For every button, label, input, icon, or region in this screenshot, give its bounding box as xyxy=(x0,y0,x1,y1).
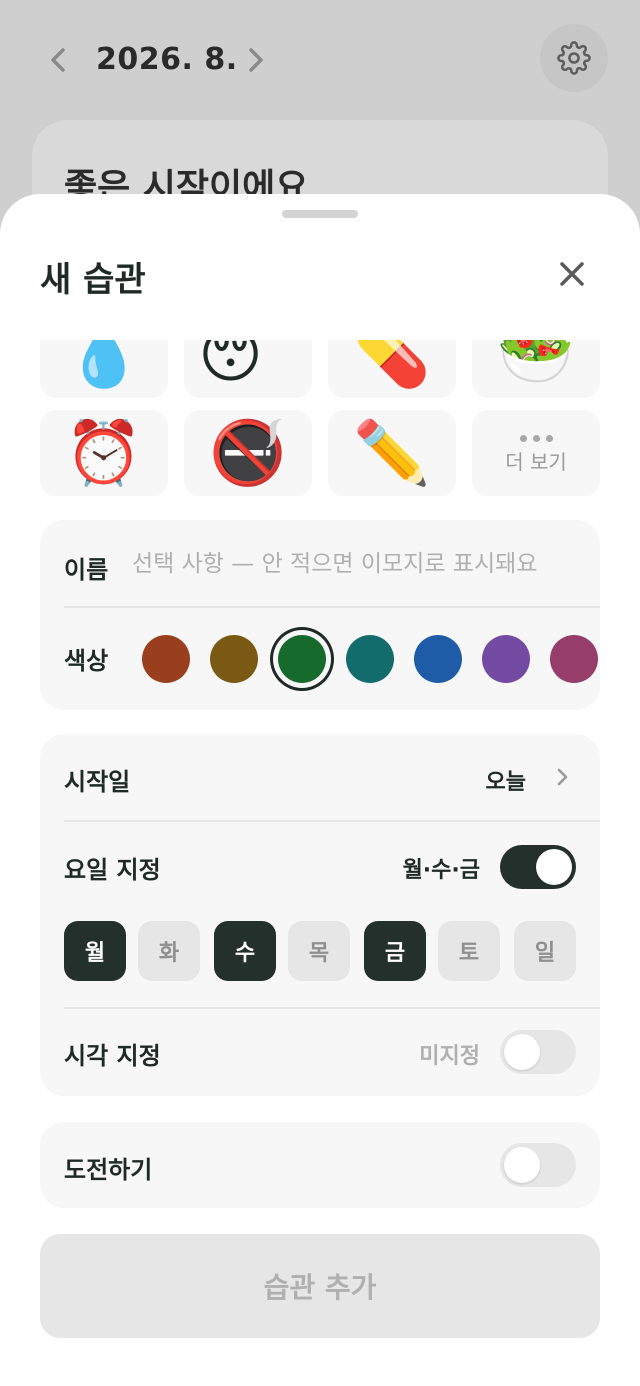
chevron-left-icon xyxy=(51,48,65,72)
sheet-title: 새 습관 xyxy=(40,260,146,300)
toggle-knob xyxy=(504,1147,540,1183)
toggle-knob xyxy=(504,1034,540,1070)
droplet-icon: 💧 xyxy=(65,340,143,391)
emoji-picker: 💧 😴 💊 🥗 ⏰ 🚭 ✏️ 더 보기 xyxy=(40,340,640,500)
divider xyxy=(64,606,600,608)
weekday-summary: 월·수·금 xyxy=(402,858,480,883)
salad-icon: 🥗 xyxy=(497,340,575,391)
day-chip-tue[interactable]: 화 xyxy=(138,921,200,981)
close-button[interactable] xyxy=(550,252,594,296)
start-date-value: 오늘 xyxy=(485,770,526,795)
ellipsis-icon xyxy=(519,434,553,442)
prev-month-button[interactable] xyxy=(40,40,76,80)
emoji-option-pencil[interactable]: ✏️ xyxy=(328,410,456,496)
day-chip-sat[interactable]: 토 xyxy=(438,921,500,981)
toggle-knob xyxy=(536,849,572,885)
challenge-toggle[interactable] xyxy=(500,1143,576,1187)
pill-icon: 💊 xyxy=(353,340,431,391)
current-month: 2026. 8. xyxy=(96,42,238,77)
sheet-grabber[interactable] xyxy=(282,210,358,218)
settings-button[interactable] xyxy=(540,24,608,92)
day-chip-mon[interactable]: 월 xyxy=(64,921,126,981)
time-toggle[interactable] xyxy=(500,1030,576,1074)
background-header: 2026. 8. xyxy=(0,0,640,120)
name-color-card: 이름 색상 xyxy=(40,520,600,710)
next-month-button[interactable] xyxy=(238,40,274,80)
emoji-option-alarm-clock[interactable]: ⏰ xyxy=(40,410,168,496)
emoji-option-salad[interactable]: 🥗 xyxy=(472,340,600,398)
color-swatch[interactable] xyxy=(346,635,394,683)
name-input[interactable] xyxy=(132,542,584,586)
color-label: 색상 xyxy=(64,647,109,675)
start-date-label: 시작일 xyxy=(64,768,131,796)
day-chip-thu[interactable]: 목 xyxy=(288,921,350,981)
weekday-toggle[interactable] xyxy=(500,845,576,889)
color-swatch[interactable] xyxy=(142,635,190,683)
day-chip-wed[interactable]: 수 xyxy=(214,921,276,981)
time-value: 미지정 xyxy=(419,1044,480,1069)
color-swatch[interactable] xyxy=(550,635,598,683)
name-label: 이름 xyxy=(64,556,109,584)
no-smoking-icon: 🚭 xyxy=(209,416,287,489)
emoji-option-sleeping[interactable]: 😴 xyxy=(184,340,312,398)
time-label: 시각 지정 xyxy=(64,1042,161,1070)
color-swatch[interactable] xyxy=(210,635,258,683)
color-swatch[interactable] xyxy=(278,635,326,683)
day-chip-sun[interactable]: 일 xyxy=(514,921,576,981)
add-habit-button[interactable]: 습관 추가 xyxy=(40,1234,600,1338)
challenge-card: 도전하기 xyxy=(40,1122,600,1208)
close-icon xyxy=(560,262,584,286)
chevron-right-icon xyxy=(249,48,263,72)
divider xyxy=(64,1007,600,1009)
start-date-row[interactable]: 시작일 오늘 xyxy=(40,734,600,820)
day-chip-fri[interactable]: 금 xyxy=(364,921,426,981)
gear-icon xyxy=(557,41,591,75)
emoji-option-no-smoking[interactable]: 🚭 xyxy=(184,410,312,496)
pencil-icon: ✏️ xyxy=(353,416,431,489)
new-habit-sheet: 새 습관 💧 😴 💊 🥗 ⏰ 🚭 ✏️ 더 보기 이름 색상 시작일 xyxy=(0,194,640,1386)
more-emoji-label: 더 보기 xyxy=(505,449,567,474)
emoji-option-droplet[interactable]: 💧 xyxy=(40,340,168,398)
color-swatch[interactable] xyxy=(482,635,530,683)
sleeping-face-icon: 😴 xyxy=(198,340,298,391)
weekday-label: 요일 지정 xyxy=(64,856,161,884)
divider xyxy=(64,820,600,822)
alarm-clock-icon: ⏰ xyxy=(65,416,143,489)
more-emoji-button[interactable]: 더 보기 xyxy=(472,410,600,496)
emoji-option-pill[interactable]: 💊 xyxy=(328,340,456,398)
challenge-label: 도전하기 xyxy=(64,1156,153,1184)
color-swatch[interactable] xyxy=(414,635,462,683)
chevron-right-icon xyxy=(557,768,568,786)
schedule-card: 시작일 오늘 요일 지정 월·수·금 월 화 수 목 금 토 일 시각 지정 미… xyxy=(40,734,600,1096)
